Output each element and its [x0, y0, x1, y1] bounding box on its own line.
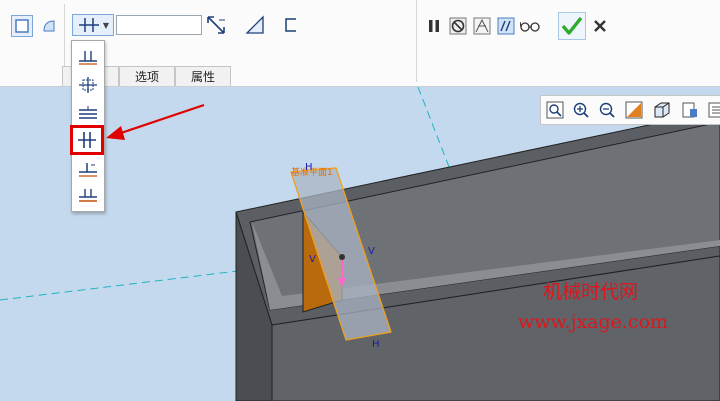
symmetric-constraint-icon	[78, 18, 99, 32]
h-label-top: H	[305, 162, 313, 173]
offset-value-input[interactable]	[116, 15, 202, 35]
symmetric-icon	[78, 132, 96, 148]
v-label-left: V	[309, 254, 316, 265]
parallel-lines-icon	[79, 106, 97, 119]
plane-icon	[245, 15, 264, 34]
no-preview-icon	[449, 17, 467, 35]
refit-icon	[546, 101, 564, 119]
surface-icon	[43, 20, 55, 32]
watermark-title: 机械时代网	[543, 281, 639, 303]
constraint-type-menu	[70, 40, 105, 212]
zoom-out-button[interactable]	[596, 99, 618, 121]
graphics-viewport[interactable]: 基准平面1 H H V V	[0, 87, 720, 401]
h-label-bottom: H	[372, 339, 380, 350]
geometry-preview-button[interactable]	[472, 15, 492, 37]
offset-icon	[79, 163, 97, 177]
reference-plane-button[interactable]	[243, 14, 267, 36]
glasses-preview-button[interactable]	[519, 15, 541, 37]
surface-button[interactable]	[38, 15, 60, 37]
zoom-in-icon	[573, 102, 589, 118]
saved-views-button[interactable]	[679, 99, 701, 121]
flip-direction-button[interactable]	[204, 14, 228, 36]
menu-item-symmetric[interactable]	[70, 125, 104, 155]
tab-properties[interactable]: 属性	[175, 66, 231, 86]
ribbon-toolbar: ▼ 选项 属性	[0, 0, 720, 87]
no-preview-button[interactable]	[448, 15, 468, 37]
view-manager-icon	[708, 102, 720, 118]
refit-button[interactable]	[544, 99, 566, 121]
solid-icon	[15, 19, 29, 33]
repaint-button[interactable]	[623, 99, 645, 121]
pause-button[interactable]	[424, 15, 444, 37]
zoom-out-icon	[599, 102, 615, 118]
close-icon	[594, 20, 606, 32]
bracket-icon	[285, 18, 296, 32]
chevron-down-icon: ▼	[102, 20, 110, 30]
align-bottom-icon	[79, 51, 97, 65]
double-offset-icon	[79, 189, 97, 202]
constraint-type-dropdown[interactable]: ▼	[72, 14, 114, 36]
flip-direction-icon	[207, 16, 225, 34]
center-point-icon	[79, 77, 97, 93]
menu-item-parallel[interactable]	[74, 101, 102, 125]
view-manager-button[interactable]	[705, 99, 720, 121]
v-label-right: V	[368, 246, 375, 257]
model-scene	[0, 87, 720, 401]
view-toolbar	[540, 95, 720, 125]
checkmark-icon	[561, 16, 583, 35]
display-style-button[interactable]	[651, 99, 673, 121]
datum-center-point	[339, 254, 345, 260]
glasses-icon	[520, 21, 540, 32]
verify-preview-icon	[497, 17, 515, 35]
menu-item-align-bottom[interactable]	[74, 45, 102, 69]
watermark-url: www.jxage.com	[518, 311, 669, 333]
repaint-icon	[625, 101, 643, 119]
menu-item-offset[interactable]	[74, 157, 102, 181]
cube-icon	[654, 102, 670, 118]
tab-options[interactable]: 选项	[119, 66, 175, 86]
solid-button[interactable]	[11, 15, 33, 37]
menu-item-double-offset[interactable]	[74, 183, 102, 207]
separator	[416, 0, 417, 82]
cancel-button[interactable]	[590, 15, 610, 37]
geometry-preview-icon	[473, 17, 491, 35]
reference-edge-button[interactable]	[280, 14, 302, 36]
verify-preview-button[interactable]	[496, 15, 516, 37]
menu-item-center-point[interactable]	[74, 73, 102, 97]
zoom-in-button[interactable]	[570, 99, 592, 121]
pause-icon	[429, 20, 439, 32]
ok-button[interactable]	[558, 12, 586, 40]
saved-views-icon	[682, 102, 697, 118]
